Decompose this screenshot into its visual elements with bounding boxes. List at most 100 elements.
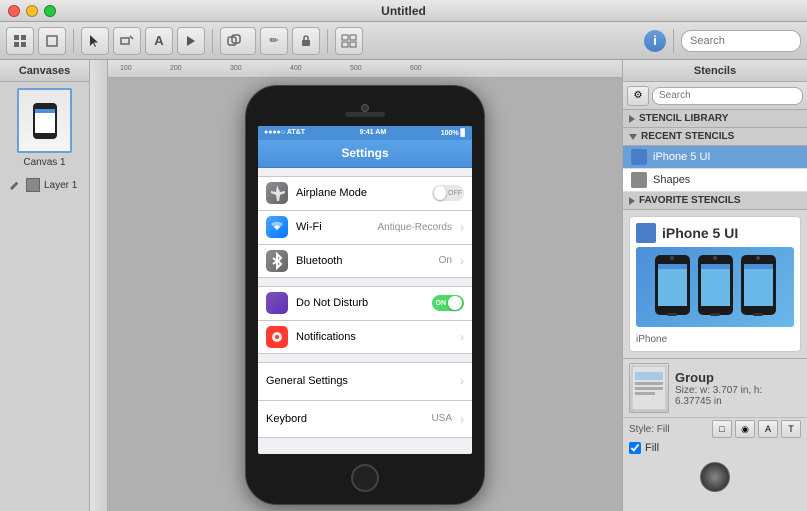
bluetooth-icon (266, 250, 288, 272)
maximize-button[interactable] (44, 5, 56, 17)
stencils-header: Stencils (623, 60, 807, 82)
canvases-header: Canvases (0, 60, 89, 82)
color-swatch-container (623, 456, 807, 498)
shape-tool[interactable] (113, 27, 141, 55)
ios-navbar-title: Settings (341, 146, 388, 160)
card-title: iPhone 5 UI (662, 225, 738, 241)
stencil-item-shapes[interactable]: Shapes (623, 169, 807, 192)
stencil-iphone-label: iPhone 5 UI (653, 151, 710, 163)
info-button[interactable]: i (644, 30, 666, 52)
recent-stencils-header: RECENT STENCILS (623, 128, 807, 146)
iphone-camera (361, 104, 369, 112)
props-fill-row: Fill (623, 440, 807, 456)
stencil-shapes-icon (631, 172, 647, 188)
style-btn-1[interactable]: □ (712, 420, 732, 438)
props-text: Group Size: w: 3.707 in, h: 6.37745 in (675, 370, 801, 407)
stencil-item-iphone[interactable]: iPhone 5 UI (623, 146, 807, 169)
style-btn-4[interactable]: T (781, 420, 801, 438)
recent-stencils-label: RECENT STENCILS (641, 131, 734, 142)
ios-row-airplane[interactable]: Airplane Mode OFF (258, 176, 472, 210)
ios-battery: 100% ▊ (441, 129, 466, 137)
toolbar-btn-2[interactable] (38, 27, 66, 55)
stencils-gear-btn[interactable]: ⚙ (627, 86, 649, 106)
ios-row-wifi[interactable]: Wi-Fi Antique-Records › (258, 210, 472, 244)
ruler-vertical (90, 60, 108, 511)
wifi-chevron: › (460, 220, 464, 234)
fav-collapse-icon (629, 197, 635, 205)
dnd-toggle-knob (448, 296, 462, 310)
favorite-stencils-header: FAVORITE STENCILS (623, 192, 807, 210)
toggle-knob (434, 186, 446, 200)
close-button[interactable] (8, 5, 20, 17)
titlebar: Untitled (0, 0, 807, 22)
ios-section-1: Airplane Mode OFF (258, 176, 472, 278)
canvas-1-item[interactable]: Canvas 1 (0, 82, 89, 174)
ios-row-dnd[interactable]: Do Not Disturb ON (258, 286, 472, 320)
notifications-label: Notifications (296, 331, 452, 343)
keyboard-label: Keybord (266, 413, 423, 425)
stencils-panel: Stencils ⚙ STENCIL LIBRARY RECENT STENCI… (622, 60, 807, 511)
wifi-value: Antique-Records (378, 222, 452, 233)
style-btn-3[interactable]: A (758, 420, 778, 438)
toolbar-btn-grid[interactable] (335, 27, 363, 55)
keyboard-value: USA (431, 413, 452, 424)
stencils-toolbar: ⚙ (623, 82, 807, 110)
general-chevron: › (460, 374, 464, 388)
stencil-library-label: STENCIL LIBRARY (639, 113, 728, 124)
ios-row-bluetooth[interactable]: Bluetooth On › (258, 244, 472, 278)
dnd-toggle[interactable]: ON (432, 295, 464, 311)
stencil-card: iPhone 5 UI (629, 216, 801, 352)
card-icon (636, 223, 656, 243)
main-area: Canvases Canvas 1 Layer 1 100 200 (0, 60, 807, 511)
play-tool[interactable] (177, 27, 205, 55)
layer-icon (26, 178, 40, 192)
bluetooth-label: Bluetooth (296, 255, 431, 267)
toolbar-separator-4 (673, 29, 674, 53)
color-swatch[interactable] (700, 462, 730, 492)
keyboard-chevron: › (460, 412, 464, 426)
ios-carrier: ●●●●○ AT&T (264, 129, 305, 136)
ios-section-2: Do Not Disturb ON (258, 286, 472, 354)
size-label: Size: w: 3.707 in, h: 6.37745 in (675, 385, 801, 407)
search-input[interactable] (681, 30, 801, 52)
ios-navbar: Settings (258, 140, 472, 168)
toolbar-btn-lock[interactable] (292, 27, 320, 55)
ios-row-general[interactable]: General Settings › (258, 362, 472, 400)
stencils-search-input[interactable] (652, 87, 803, 105)
iphone-home-button[interactable] (351, 464, 379, 492)
ios-statusbar: ●●●●○ AT&T 9:41 AM 100% ▊ (258, 126, 472, 140)
collapse-icon (629, 115, 635, 123)
fill-checkbox[interactable] (629, 442, 641, 454)
bluetooth-chevron: › (460, 254, 464, 268)
ios-row-keyboard[interactable]: Keybord USA › (258, 400, 472, 438)
group-label: Group (675, 370, 801, 385)
toolbar-btn-extra-1[interactable] (220, 27, 256, 55)
minimize-button[interactable] (26, 5, 38, 17)
card-image (636, 247, 794, 327)
cursor-tool[interactable] (81, 27, 109, 55)
general-label: General Settings (266, 375, 452, 387)
stencil-library-header: STENCIL LIBRARY (623, 110, 807, 128)
dnd-label: Do Not Disturb (296, 297, 424, 309)
notifications-chevron: › (460, 330, 464, 344)
favorite-stencils-label: FAVORITE STENCILS (639, 195, 741, 206)
layer-item: Layer 1 (0, 174, 89, 196)
canvas-content: ●●●●○ AT&T 9:41 AM 100% ▊ Settings (108, 78, 622, 511)
style-btn-2[interactable]: ◉ (735, 420, 755, 438)
airplane-icon (266, 182, 288, 204)
toolbar-btn-1[interactable] (6, 27, 34, 55)
window-controls (8, 5, 56, 17)
canvas-thumb-inner (19, 90, 70, 151)
ios-row-notifications[interactable]: Notifications › (258, 320, 472, 354)
fill-label: Fill (645, 442, 659, 454)
canvas-label: Canvas 1 (23, 157, 65, 168)
text-tool[interactable]: A (145, 27, 173, 55)
toolbar-btn-extra-2[interactable]: ✏ (260, 27, 288, 55)
canvas-area[interactable]: 100 200 300 400 500 600 ●●●●○ AT&T 9:41 … (90, 60, 622, 511)
airplane-toggle[interactable]: OFF (432, 185, 464, 201)
notifications-icon (266, 326, 288, 348)
toggle-off-label: OFF (448, 190, 462, 197)
toolbar-separator-3 (327, 29, 328, 53)
ruler-horizontal: 100 200 300 400 500 600 (90, 60, 622, 78)
ios-time: 9:41 AM (360, 129, 387, 136)
